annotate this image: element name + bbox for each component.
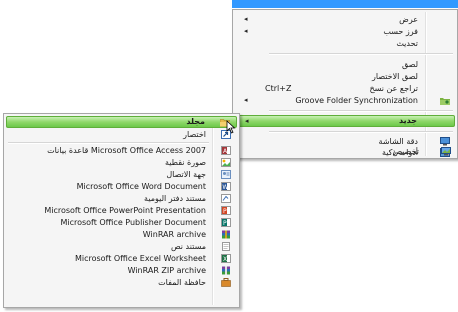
menu-item-label: تراجع عن نسخ [369, 84, 418, 93]
svg-text:X: X [223, 256, 227, 263]
new-item-briefcase[interactable]: حافظة المفات [6, 277, 237, 288]
new-item-powerpoint[interactable]: Microsoft Office PowerPoint Presentation… [6, 205, 237, 216]
menu-item-label: لصق الاختصار [372, 72, 418, 81]
contact-icon [221, 170, 231, 179]
menu-item-label: جهة الاتصال [166, 170, 206, 179]
submenu-arrow-icon: ◂ [244, 96, 248, 104]
menu-item-label: مستند نص [170, 242, 206, 251]
powerpoint-icon: P [221, 206, 231, 215]
new-item-bitmap[interactable]: صورة نقطية [6, 157, 237, 168]
mouse-pointer-icon [226, 120, 236, 134]
new-item-shortcut[interactable]: اختصار [6, 129, 237, 140]
menu-item-label: WinRAR ZIP archive [127, 266, 206, 275]
new-submenu: مجلد اختصار Microsoft Office Access 2007… [3, 113, 240, 308]
menu-item-personalize[interactable]: تخصيص [234, 146, 456, 157]
new-item-folder[interactable]: مجلد [6, 116, 237, 128]
menu-item-undo-copy[interactable]: Ctrl+Z تراجع عن نسخ [235, 83, 455, 94]
new-item-word[interactable]: Microsoft Office Word Document W [6, 181, 237, 192]
new-item-access-db[interactable]: Microsoft Office Access 2007 قاعدة بيانا… [6, 145, 237, 156]
new-item-winrar-zip[interactable]: WinRAR ZIP archive [6, 265, 237, 276]
bitmap-icon [221, 158, 231, 167]
svg-text:W: W [222, 184, 228, 191]
desktop-context-menu: ◂ عرض ◂ فرز حسب تحديث لصق لصق الاختصار C… [232, 9, 458, 159]
menu-item-label: فرز حسب [383, 27, 418, 36]
menu-separator [269, 110, 453, 112]
winrar-zip-icon [221, 266, 231, 275]
menu-item-label: WinRAR archive [142, 230, 206, 239]
menu-item-label: حافظة المفات [158, 278, 206, 287]
menu-separator [269, 131, 453, 133]
submenu-arrow-icon: ◂ [245, 117, 249, 125]
new-item-publisher[interactable]: Microsoft Office Publisher Document P [6, 217, 237, 228]
menu-item-groove-sync[interactable]: ◂ Groove Folder Synchronization [235, 95, 455, 106]
menu-item-new[interactable]: ◂ جديد [235, 115, 455, 127]
publisher-icon: P [221, 218, 231, 227]
new-item-contact[interactable]: جهة الاتصال [6, 169, 237, 180]
access-icon: A [221, 146, 231, 155]
menu-separator [269, 53, 453, 55]
menu-item-label: Microsoft Office Word Document [76, 182, 206, 191]
menu-item-label: اختصار [183, 130, 206, 139]
personalize-icon [441, 147, 451, 156]
menu-item-label: Microsoft Office Excel Worksheet [74, 254, 206, 263]
display-icon [440, 137, 450, 146]
briefcase-icon [221, 278, 231, 287]
menu-item-paste-shortcut[interactable]: لصق الاختصار [235, 71, 455, 82]
new-item-excel[interactable]: Microsoft Office Excel Worksheet X [6, 253, 237, 264]
menu-separator [8, 142, 209, 144]
new-item-winrar[interactable]: WinRAR archive [6, 229, 237, 240]
menu-item-view[interactable]: ◂ عرض [235, 14, 455, 25]
submenu-arrow-icon: ◂ [244, 27, 248, 35]
winrar-icon [221, 230, 231, 239]
menu-item-label: مجلد [186, 117, 205, 126]
menu-item-sort-by[interactable]: ◂ فرز حسب [235, 26, 455, 37]
desktop-selection-strip [232, 0, 458, 8]
menu-item-label: صورة نقطية [164, 158, 206, 167]
menu-item-label: تخصيص [392, 147, 419, 156]
menu-item-label: مستند دفتر اليومية [144, 194, 206, 203]
menu-item-label: Microsoft Office Access 2007 قاعدة بيانا… [47, 146, 206, 155]
new-item-text-document[interactable]: مستند نص [6, 241, 237, 252]
menu-item-refresh[interactable]: تحديث [235, 38, 455, 49]
svg-text:P: P [223, 220, 227, 227]
menu-item-label: لصق [401, 60, 418, 69]
menu-item-label: تحديث [396, 39, 418, 48]
submenu-arrow-icon: ◂ [244, 15, 248, 23]
excel-icon: X [221, 254, 231, 263]
menu-item-label: Microsoft Office PowerPoint Presentation [44, 206, 206, 215]
menu-item-label: Microsoft Office Publisher Document [60, 218, 206, 227]
keyboard-shortcut: Ctrl+Z [265, 84, 292, 93]
journal-icon [221, 194, 231, 203]
menu-item-label: Groove Folder Synchronization [295, 96, 418, 105]
groove-folder-icon [440, 96, 450, 105]
new-item-journal[interactable]: مستند دفتر اليومية [6, 193, 237, 204]
menu-item-paste[interactable]: لصق [235, 59, 455, 70]
svg-text:P: P [223, 208, 227, 215]
text-document-icon [221, 242, 231, 251]
menu-item-label: عرض [399, 15, 418, 24]
word-icon: W [221, 182, 231, 191]
menu-item-label: جديد [398, 116, 417, 125]
